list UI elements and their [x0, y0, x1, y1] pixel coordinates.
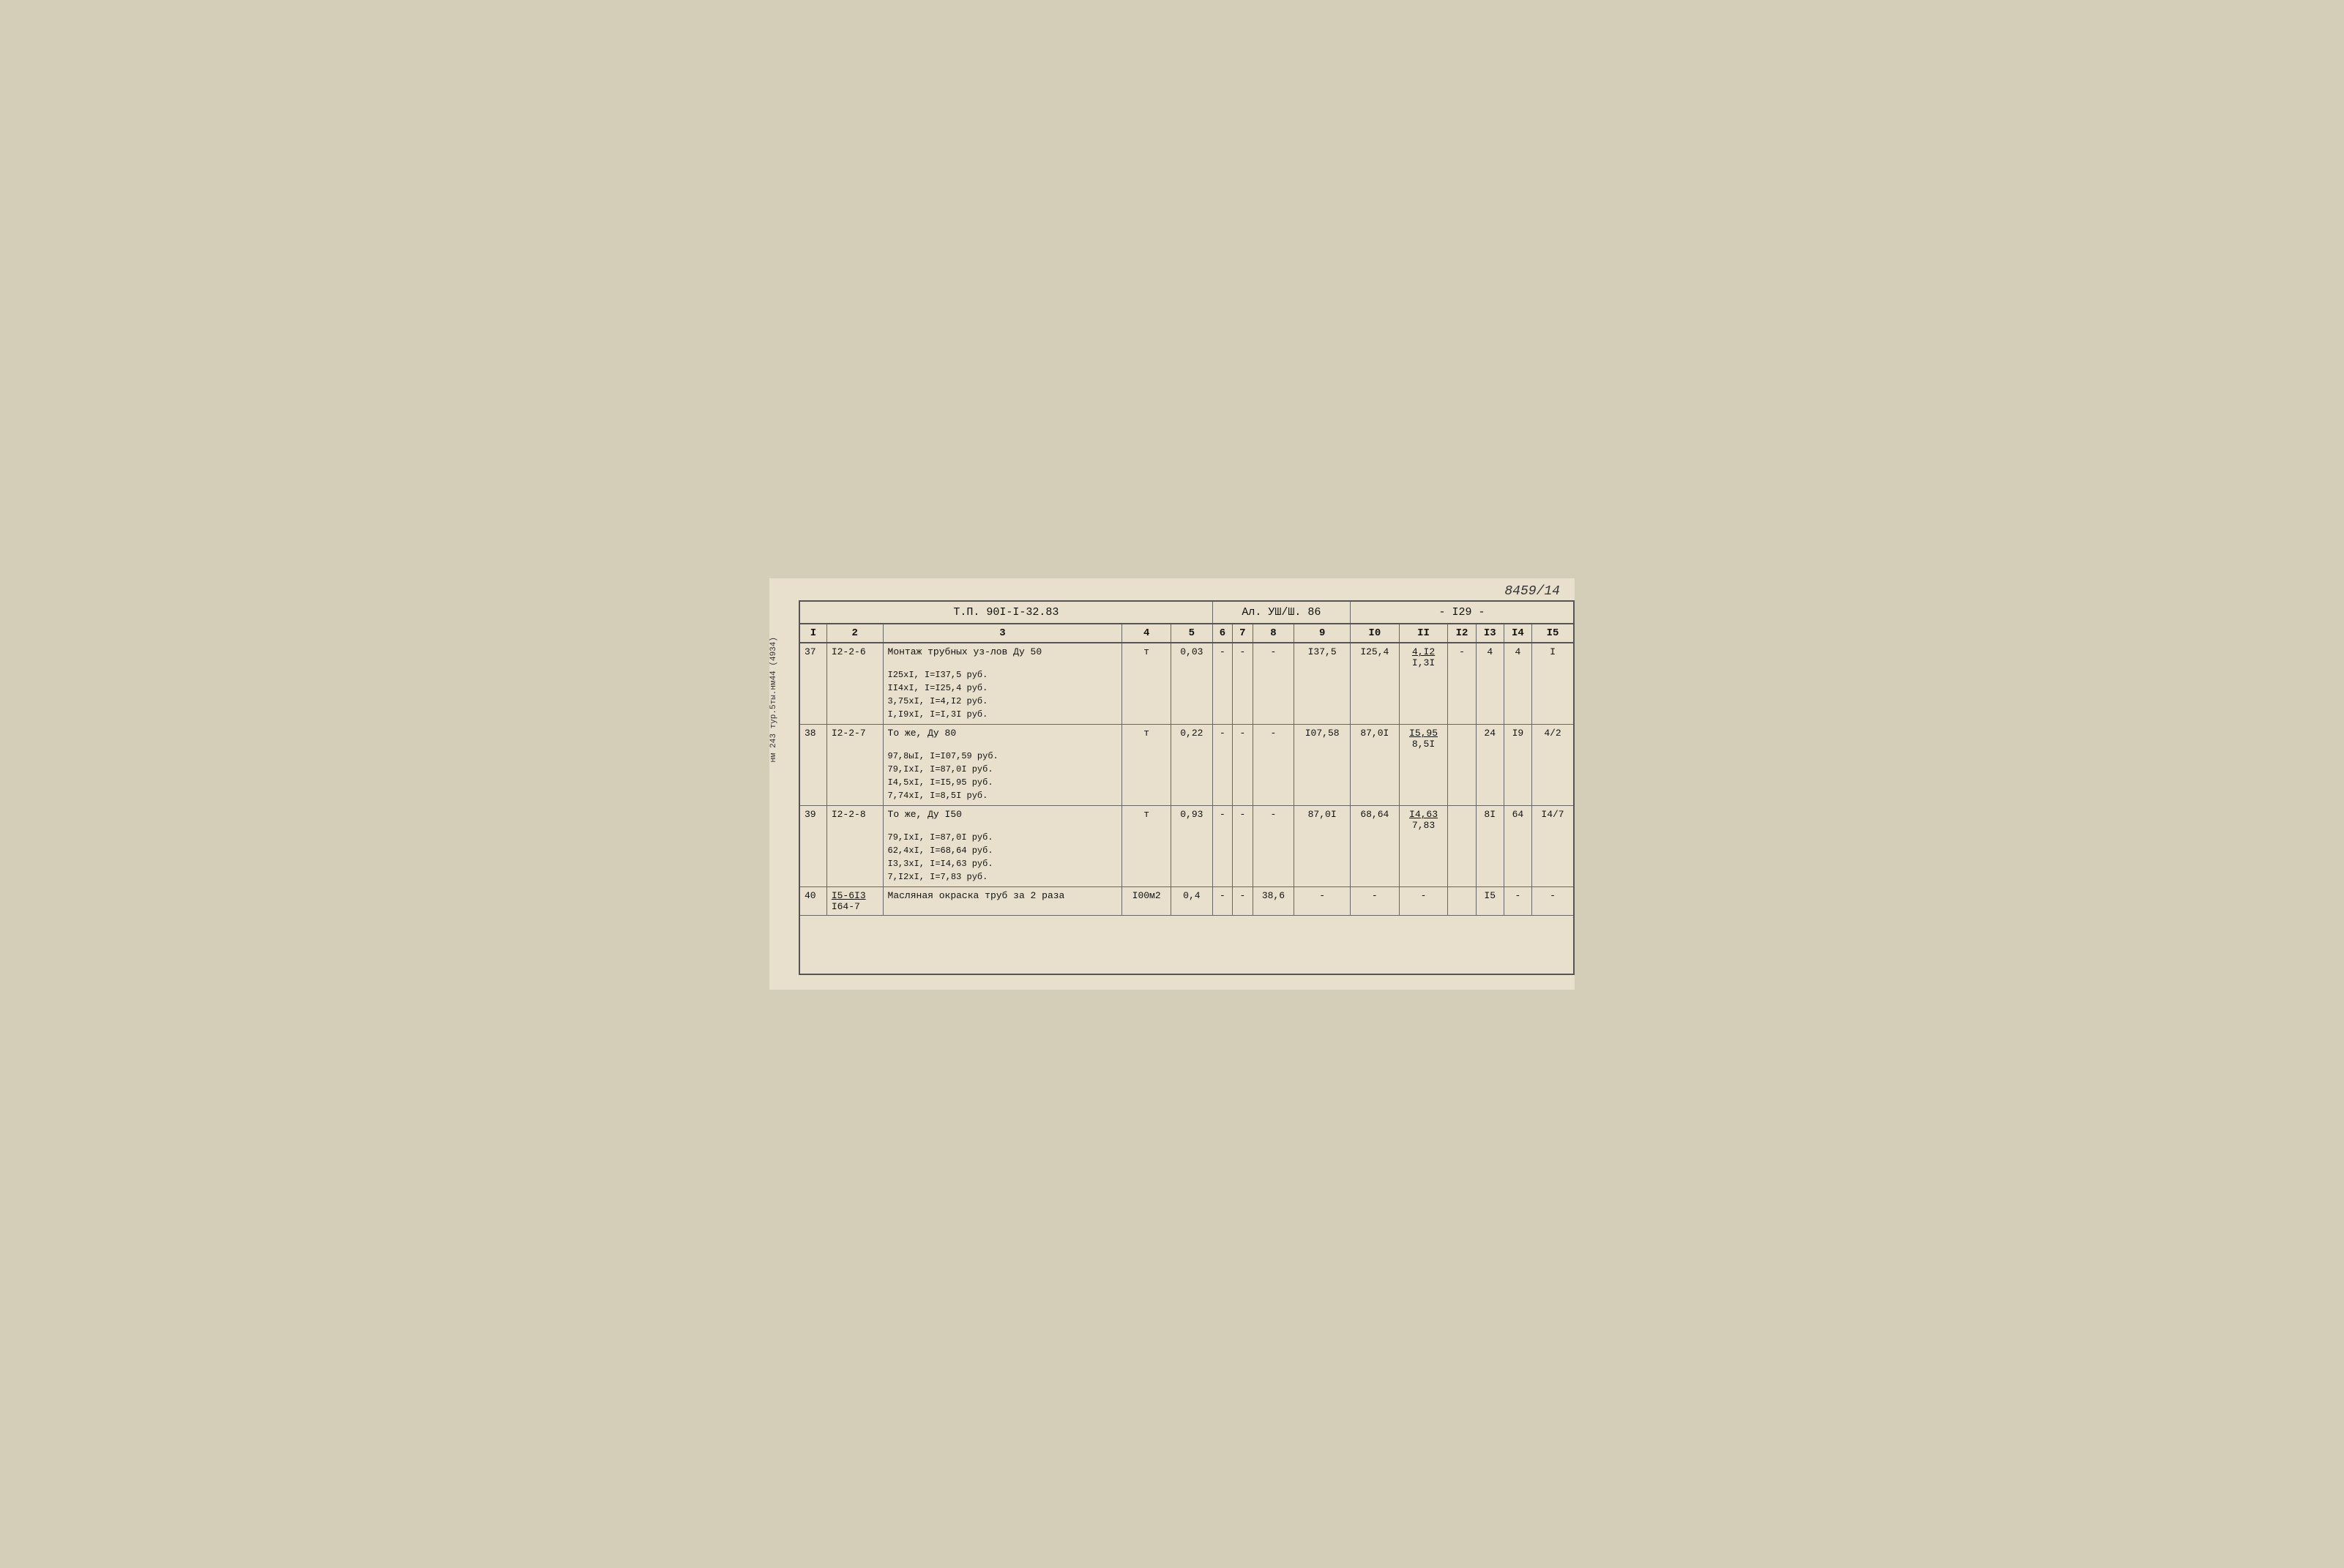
row-col9: I07,58 — [1294, 725, 1351, 806]
table-row: 37 I2-2-6 Монтаж трубных уз-лов Ду 50 I2… — [799, 643, 1574, 725]
col-h-13: I3 — [1476, 624, 1504, 643]
col-h-8: 8 — [1253, 624, 1294, 643]
row-col4: т — [1122, 806, 1171, 887]
row-col8: 38,6 — [1253, 887, 1294, 916]
row-col12 — [1448, 806, 1476, 887]
row-code: I2-2-8 — [826, 806, 883, 887]
col-h-15: I5 — [1532, 624, 1574, 643]
row-num: 40 — [799, 887, 826, 916]
row-col10: 87,0I — [1350, 725, 1399, 806]
row-col5: 0,22 — [1171, 725, 1213, 806]
row-col9: 87,0I — [1294, 806, 1351, 887]
row-code: I5-6I3 I64-7 — [826, 887, 883, 916]
row-col7: - — [1233, 643, 1253, 725]
header-right: - I29 - — [1350, 601, 1574, 624]
row-col6: - — [1212, 643, 1232, 725]
row-num: 38 — [799, 725, 826, 806]
col-h-3: 3 — [883, 624, 1122, 643]
row-col9: I37,5 — [1294, 643, 1351, 725]
row-col6: - — [1212, 887, 1232, 916]
row-col14: I9 — [1504, 725, 1531, 806]
row-description: Масляная окраска труб за 2 раза — [883, 887, 1122, 916]
col-h-2: 2 — [826, 624, 883, 643]
col-h-4: 4 — [1122, 624, 1171, 643]
row-col8: - — [1253, 725, 1294, 806]
row-col6: - — [1212, 806, 1232, 887]
row-col12 — [1448, 725, 1476, 806]
row-col13: I5 — [1476, 887, 1504, 916]
row-code: I2-2-7 — [826, 725, 883, 806]
row-num: 39 — [799, 806, 826, 887]
row-col11: I4,63 7,83 — [1399, 806, 1448, 887]
header-top-row: Т.П. 90I-I-32.83 Ал. УШ/Ш. 86 - I29 - — [799, 601, 1574, 624]
col-h-6: 6 — [1212, 624, 1232, 643]
table-row: 40 I5-6I3 I64-7 Масляная окраска труб за… — [799, 887, 1574, 916]
row-col11: I5,95 8,5I — [1399, 725, 1448, 806]
spacer-row — [799, 916, 1574, 974]
row-num: 37 — [799, 643, 826, 725]
row-col5: 0,93 — [1171, 806, 1213, 887]
row-col10: I25,4 — [1350, 643, 1399, 725]
header-center: Ал. УШ/Ш. 86 — [1212, 601, 1350, 624]
row-col14: - — [1504, 887, 1531, 916]
row-col12: - — [1448, 643, 1476, 725]
row-col6: - — [1212, 725, 1232, 806]
row-col8: - — [1253, 806, 1294, 887]
row-col7: - — [1233, 887, 1253, 916]
row-code: I2-2-6 — [826, 643, 883, 725]
row-description: То же, Ду 80 97,8ыI, I=I07,59 руб. 79,Ix… — [883, 725, 1122, 806]
row-col5: 0,03 — [1171, 643, 1213, 725]
row-col11: 4,I2 I,3I — [1399, 643, 1448, 725]
page-wrapper: 8459/14 нм 243 тур.5ты.нм44 (4934) Т.П. … — [769, 578, 1575, 990]
col-h-14: I4 — [1504, 624, 1531, 643]
row-col15: - — [1532, 887, 1574, 916]
row-col4: т — [1122, 643, 1171, 725]
row-col10: 68,64 — [1350, 806, 1399, 887]
page-number: 8459/14 — [1504, 584, 1560, 599]
row-col14: 64 — [1504, 806, 1531, 887]
table-row: 38 I2-2-7 То же, Ду 80 97,8ыI, I=I07,59 … — [799, 725, 1574, 806]
row-col8: - — [1253, 643, 1294, 725]
col-header-row: I 2 3 4 5 6 7 8 9 I0 II I2 I3 I4 I5 — [799, 624, 1574, 643]
header-left: Т.П. 90I-I-32.83 — [799, 601, 1212, 624]
col-h-10: I0 — [1350, 624, 1399, 643]
row-col15: I4/7 — [1532, 806, 1574, 887]
row-col11: - — [1399, 887, 1448, 916]
col-h-12: I2 — [1448, 624, 1476, 643]
row-col13: 8I — [1476, 806, 1504, 887]
row-col15: I — [1532, 643, 1574, 725]
row-col13: 24 — [1476, 725, 1504, 806]
row-col7: - — [1233, 806, 1253, 887]
row-col10: - — [1350, 887, 1399, 916]
row-description: То же, Ду I50 79,IxI, I=87,0I руб. 62,4x… — [883, 806, 1122, 887]
row-col13: 4 — [1476, 643, 1504, 725]
row-col5: 0,4 — [1171, 887, 1213, 916]
row-col14: 4 — [1504, 643, 1531, 725]
col-h-1: I — [799, 624, 826, 643]
row-col12 — [1448, 887, 1476, 916]
row-col4: I00м2 — [1122, 887, 1171, 916]
main-table: Т.П. 90I-I-32.83 Ал. УШ/Ш. 86 - I29 - I … — [799, 600, 1575, 975]
row-col15: 4/2 — [1532, 725, 1574, 806]
table-row: 39 I2-2-8 То же, Ду I50 79,IxI, I=87,0I … — [799, 806, 1574, 887]
row-description: Монтаж трубных уз-лов Ду 50 I25xI, I=I37… — [883, 643, 1122, 725]
col-h-11: II — [1399, 624, 1448, 643]
row-col9: - — [1294, 887, 1351, 916]
row-col7: - — [1233, 725, 1253, 806]
row-col4: т — [1122, 725, 1171, 806]
col-h-7: 7 — [1233, 624, 1253, 643]
side-label: нм 243 тур.5ты.нм44 (4934) — [769, 637, 778, 763]
col-h-5: 5 — [1171, 624, 1213, 643]
col-h-9: 9 — [1294, 624, 1351, 643]
